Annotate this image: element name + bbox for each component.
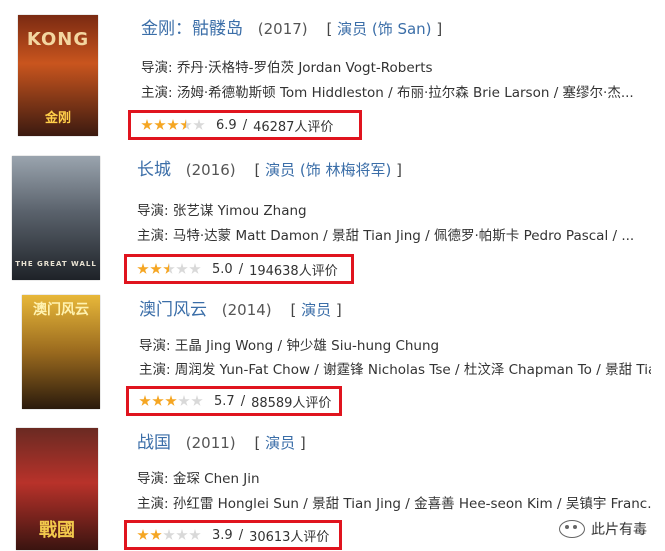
cast-label: 主演:: [137, 496, 169, 512]
star-icon: [165, 395, 177, 406]
star-icon: [193, 119, 205, 130]
movie-role: [ 演员 ]: [254, 434, 306, 452]
movie-role: [ 演员 ]: [290, 301, 342, 319]
star-icon: [137, 263, 149, 274]
star-icon: [189, 263, 201, 274]
movie-role-text: 演员 (饰 San): [337, 20, 432, 38]
poster-title: 戰國: [39, 520, 75, 541]
rating-highlight-box: 5.7 / 88589人评价: [126, 386, 342, 416]
director-line: 导演: 金琛 Chen Jin: [137, 467, 651, 487]
rating-score: 3.9: [212, 527, 233, 543]
director-label: 导演:: [139, 338, 171, 354]
cast-line: 主演: 汤姆·希德勒斯顿 Tom Hiddleston / 布丽·拉尔森 Bri…: [141, 81, 651, 101]
star-icon: [152, 395, 164, 406]
movie-year: (2011): [185, 434, 236, 452]
star-icon: [163, 263, 175, 274]
movie-role-text: 演员: [265, 434, 296, 452]
poster-from-vegas-to-macau[interactable]: 澳门风云: [22, 295, 100, 409]
star-icon: [167, 119, 179, 130]
cast-line: 主演: 马特·达蒙 Matt Damon / 景甜 Tian Jing / 佩德…: [137, 224, 652, 244]
movie-role-text: 演员 (饰 林梅将军): [265, 161, 392, 179]
rating-votes: 194638人评价: [249, 263, 338, 279]
rating-highlight-box: 6.9 / 46287人评价: [128, 110, 362, 140]
director-line: 导演: 张艺谋 Yimou Zhang: [137, 199, 652, 219]
rating-votes: 88589人评价: [251, 395, 332, 411]
director-line: 导演: 乔丹·沃格特-罗伯茨 Jordan Vogt-Roberts: [141, 56, 651, 76]
cast-line: 主演: 孙红雷 Honglei Sun / 景甜 Tian Jing / 金喜善…: [137, 492, 651, 512]
movie-title-row: 金刚：骷髅岛 (2017) [ 演员 (饰 San) ]: [141, 14, 442, 39]
star-icon: [150, 263, 162, 274]
cast-line: 主演: 周润发 Yun-Fat Chow / 谢霆锋 Nicholas Tse …: [139, 358, 651, 378]
rating-score: 5.0: [212, 261, 233, 277]
movie-year: (2016): [185, 161, 236, 179]
movie-year: (2017): [257, 20, 308, 38]
star-icon: [154, 119, 166, 130]
star-rating: [141, 119, 206, 131]
rating-score: 6.9: [216, 117, 237, 133]
movie-title-row: 长城 (2016) [ 演员 (饰 林梅将军) ]: [137, 155, 402, 180]
director-names: 乔丹·沃格特-罗伯茨 Jordan Vogt-Roberts: [176, 60, 433, 76]
star-icon: [178, 395, 190, 406]
rating-separator: /: [240, 393, 246, 409]
cast-label: 主演:: [141, 85, 173, 101]
cast-names: 马特·达蒙 Matt Damon / 景甜 Tian Jing / 佩德罗·帕斯…: [172, 228, 635, 244]
cast-names: 汤姆·希德勒斯顿 Tom Hiddleston / 布丽·拉尔森 Brie La…: [176, 85, 634, 101]
star-icon: [180, 119, 192, 130]
poster-great-wall[interactable]: THE GREAT WALL: [12, 156, 100, 280]
star-icon: [150, 529, 162, 540]
star-rating: [139, 395, 204, 407]
star-rating: [137, 529, 202, 541]
rating-votes: 30613人评价: [249, 529, 330, 545]
director-names: 金琛 Chen Jin: [172, 471, 260, 487]
director-label: 导演:: [141, 60, 173, 76]
rating-highlight-box: 5.0 / 194638人评价: [124, 254, 354, 284]
rating-votes: 46287人评价: [253, 119, 334, 135]
poster-title: 澳门风云: [33, 302, 89, 318]
movie-title-link[interactable]: 战国: [137, 433, 171, 453]
watermark: 此片有毒: [559, 519, 647, 539]
cast-label: 主演:: [137, 228, 169, 244]
cast-names: 周润发 Yun-Fat Chow / 谢霆锋 Nicholas Tse / 杜汶…: [174, 362, 651, 378]
star-icon: [176, 263, 188, 274]
movie-year: (2014): [221, 301, 272, 319]
star-icon: [137, 529, 149, 540]
movie-title-row: 澳门风云 (2014) [ 演员 ]: [139, 295, 342, 320]
star-icon: [176, 529, 188, 540]
rating-score: 5.7: [214, 393, 235, 409]
watermark-text: 此片有毒: [591, 522, 647, 538]
rating-separator: /: [238, 261, 244, 277]
rating-separator: /: [238, 527, 244, 543]
star-rating: [137, 263, 202, 275]
wechat-icon: [559, 520, 585, 538]
director-line: 导演: 王晶 Jing Wong / 钟少雄 Siu-hung Chung: [139, 334, 651, 354]
poster-subtitle: 金刚: [44, 111, 71, 126]
movie-title-link[interactable]: 澳门风云: [139, 300, 207, 320]
star-icon: [139, 395, 151, 406]
rating-separator: /: [242, 117, 248, 133]
movie-title-link[interactable]: 金刚：骷髅岛: [141, 19, 243, 39]
director-label: 导演:: [137, 471, 169, 487]
movie-role-text: 演员: [301, 301, 332, 319]
director-label: 导演:: [137, 203, 169, 219]
poster-the-warring-states[interactable]: 戰國: [16, 428, 98, 550]
poster-title: KONG: [26, 29, 90, 50]
rating-highlight-box: 3.9 / 30613人评价: [124, 520, 342, 550]
movie-role: [ 演员 (饰 林梅将军) ]: [254, 161, 402, 179]
cast-label: 主演:: [139, 362, 171, 378]
poster-title: THE GREAT WALL: [15, 260, 97, 268]
director-names: 张艺谋 Yimou Zhang: [172, 203, 307, 219]
star-icon: [163, 529, 175, 540]
director-names: 王晶 Jing Wong / 钟少雄 Siu-hung Chung: [174, 338, 440, 354]
star-icon: [191, 395, 203, 406]
movie-role: [ 演员 (饰 San) ]: [326, 20, 443, 38]
cast-names: 孙红雷 Honglei Sun / 景甜 Tian Jing / 金喜善 Hee…: [172, 496, 651, 512]
movie-title-row: 战国 (2011) [ 演员 ]: [137, 428, 306, 453]
poster-kong-skull-island[interactable]: KONG 金刚: [18, 15, 98, 136]
movie-title-link[interactable]: 长城: [137, 160, 171, 180]
star-icon: [141, 119, 153, 130]
star-icon: [189, 529, 201, 540]
